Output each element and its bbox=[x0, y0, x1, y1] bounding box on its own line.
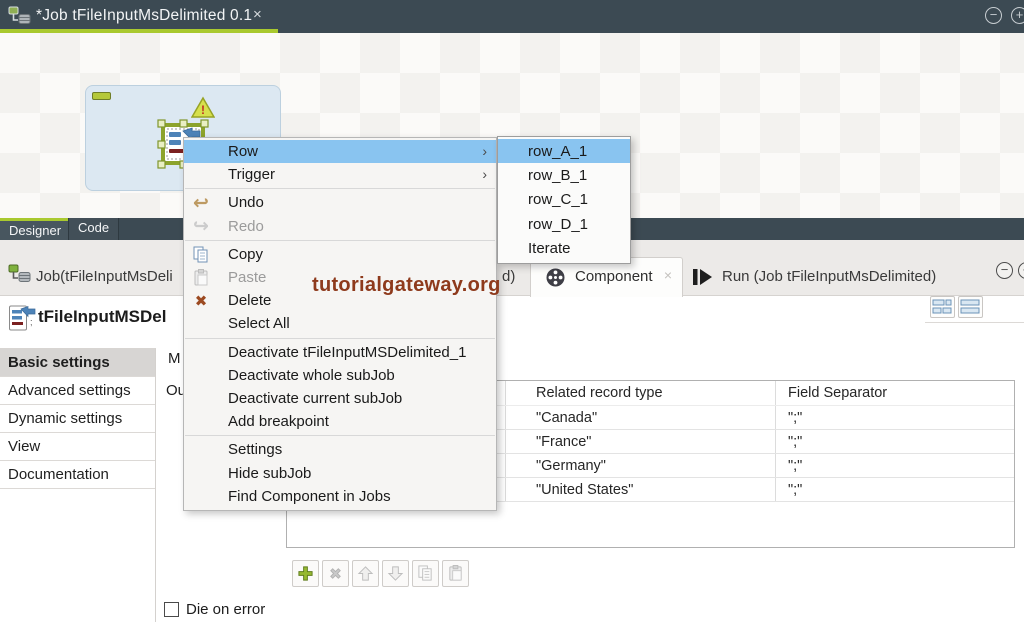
cell-field-separator[interactable]: ";" bbox=[776, 454, 1014, 477]
editor-tab-bar: *Job tFileInputMsDelimited 0.1 × − + bbox=[0, 0, 1024, 33]
panel-minimize-icon[interactable]: − bbox=[996, 262, 1013, 279]
sidebar-item-advanced-settings[interactable]: Advanced settings bbox=[0, 377, 155, 405]
delete-icon: ✖ bbox=[189, 290, 213, 312]
talend-studio-window: *Job tFileInputMsDelimited 0.1 × − + bbox=[0, 0, 1024, 622]
job-icon bbox=[8, 263, 32, 290]
table-toolbar bbox=[292, 560, 469, 587]
menu-item-hide-subjob[interactable]: Hide subJob bbox=[184, 461, 496, 484]
minimize-icon[interactable]: − bbox=[985, 7, 1002, 24]
menu-item-deactivate-whole-subjob[interactable]: Deactivate whole subJob bbox=[184, 364, 496, 387]
cell-field-separator[interactable]: ";" bbox=[776, 430, 1014, 453]
watermark: tutorialgateway.org bbox=[312, 274, 501, 297]
context-menu: Row › Trigger › ↩ Undo ↪ Redo Copy bbox=[183, 137, 497, 511]
cell-record-type[interactable]: "France" bbox=[506, 430, 776, 453]
menu-item-find-component-in-jobs[interactable]: Find Component in Jobs bbox=[184, 485, 496, 508]
menu-item-deactivate-component[interactable]: Deactivate tFileInputMSDelimited_1 bbox=[184, 341, 496, 364]
tab-component-close-icon[interactable]: × bbox=[664, 267, 672, 283]
sidebar-item-basic-settings[interactable]: Basic settings bbox=[0, 349, 155, 377]
menu-item-trigger[interactable]: Trigger › bbox=[184, 163, 496, 186]
editor-tab-title: *Job tFileInputMsDelimited 0.1 bbox=[36, 7, 252, 25]
undo-icon: ↩ bbox=[189, 192, 213, 214]
subjob-badge bbox=[92, 92, 111, 100]
menu-separator bbox=[185, 188, 495, 189]
component-title-icon: ; bbox=[8, 303, 36, 338]
sidebar-item-dynamic-settings[interactable]: Dynamic settings bbox=[0, 405, 155, 433]
field-label-partial-m: M bbox=[168, 350, 181, 367]
component-settings-panel: ; tFileInputMSDel Basic settings Advance… bbox=[0, 296, 1024, 622]
tab-contexts-partial[interactable]: d) bbox=[502, 268, 515, 285]
die-on-error-checkbox[interactable] bbox=[164, 602, 179, 617]
editor-tab-close-icon[interactable]: × bbox=[253, 6, 262, 23]
panel-maximize-icon[interactable]: + bbox=[1018, 262, 1024, 279]
submenu-item-row-d-1[interactable]: row_D_1 bbox=[498, 212, 630, 236]
die-on-error-option[interactable]: Die on error bbox=[164, 601, 265, 618]
menu-item-undo[interactable]: ↩ Undo bbox=[184, 191, 496, 214]
submenu-item-row-a-1[interactable]: row_A_1 bbox=[498, 139, 630, 163]
warning-icon: ! bbox=[191, 96, 215, 125]
table-header-record-type: Related record type bbox=[506, 381, 776, 405]
palette-icon bbox=[545, 267, 566, 293]
menu-item-deactivate-current-subjob[interactable]: Deactivate current subJob bbox=[184, 387, 496, 410]
run-play-icon bbox=[692, 268, 714, 291]
svg-text:;: ; bbox=[30, 317, 33, 327]
cell-record-type[interactable]: "Germany" bbox=[506, 454, 776, 477]
copy-rows-button[interactable] bbox=[412, 560, 439, 587]
paste-rows-button[interactable] bbox=[442, 560, 469, 587]
tab-code[interactable]: Code bbox=[68, 218, 119, 240]
layout-grid-view-button[interactable] bbox=[930, 296, 955, 318]
add-row-button[interactable] bbox=[292, 560, 319, 587]
move-up-button[interactable] bbox=[352, 560, 379, 587]
divider bbox=[925, 322, 1024, 323]
cell-record-type[interactable]: "United States" bbox=[506, 478, 776, 501]
layout-rows-view-button[interactable] bbox=[958, 296, 983, 318]
menu-item-row[interactable]: Row › bbox=[184, 140, 496, 163]
job-icon bbox=[8, 5, 32, 32]
cell-record-type[interactable]: "Canada" bbox=[506, 406, 776, 429]
component-panel-title: tFileInputMSDel bbox=[38, 307, 166, 327]
tab-component-label: Component bbox=[575, 268, 653, 285]
cell-field-separator[interactable]: ";" bbox=[776, 406, 1014, 429]
cell-field-separator[interactable]: ";" bbox=[776, 478, 1014, 501]
menu-separator bbox=[185, 240, 495, 241]
menu-item-add-breakpoint[interactable]: Add breakpoint bbox=[184, 410, 496, 433]
die-on-error-label: Die on error bbox=[186, 601, 265, 618]
paste-icon bbox=[189, 267, 213, 289]
sidebar-item-view[interactable]: View bbox=[0, 433, 155, 461]
tab-job[interactable]: Job(tFileInputMsDeli bbox=[36, 268, 173, 285]
menu-item-settings[interactable]: Settings bbox=[184, 438, 496, 461]
submenu-item-row-b-1[interactable]: row_B_1 bbox=[498, 163, 630, 187]
submenu-arrow-icon: › bbox=[482, 166, 487, 182]
submenu-arrow-icon: › bbox=[482, 143, 487, 159]
menu-separator bbox=[185, 435, 495, 436]
remove-row-button[interactable] bbox=[322, 560, 349, 587]
maximize-icon[interactable]: + bbox=[1011, 7, 1024, 24]
submenu-item-iterate[interactable]: Iterate bbox=[498, 237, 630, 261]
settings-sidebar: Basic settings Advanced settings Dynamic… bbox=[0, 348, 156, 622]
sidebar-item-documentation[interactable]: Documentation bbox=[0, 461, 155, 489]
tab-run-label: Run (Job tFileInputMsDelimited) bbox=[722, 268, 936, 285]
row-submenu: row_A_1 row_B_1 row_C_1 row_D_1 Iterate bbox=[497, 136, 631, 264]
svg-text:!: ! bbox=[201, 103, 205, 117]
submenu-item-row-c-1[interactable]: row_C_1 bbox=[498, 188, 630, 212]
menu-separator bbox=[185, 338, 495, 339]
active-tab-underline bbox=[0, 29, 278, 33]
move-down-button[interactable] bbox=[382, 560, 409, 587]
redo-icon: ↪ bbox=[189, 216, 213, 238]
copy-icon bbox=[189, 244, 213, 266]
table-header-field-separator: Field Separator bbox=[776, 381, 1014, 405]
menu-item-select-all[interactable]: Select All bbox=[184, 312, 496, 335]
tab-designer[interactable]: Designer bbox=[0, 218, 68, 240]
menu-item-redo[interactable]: ↪ Redo bbox=[184, 215, 496, 238]
menu-item-copy[interactable]: Copy bbox=[184, 243, 496, 266]
